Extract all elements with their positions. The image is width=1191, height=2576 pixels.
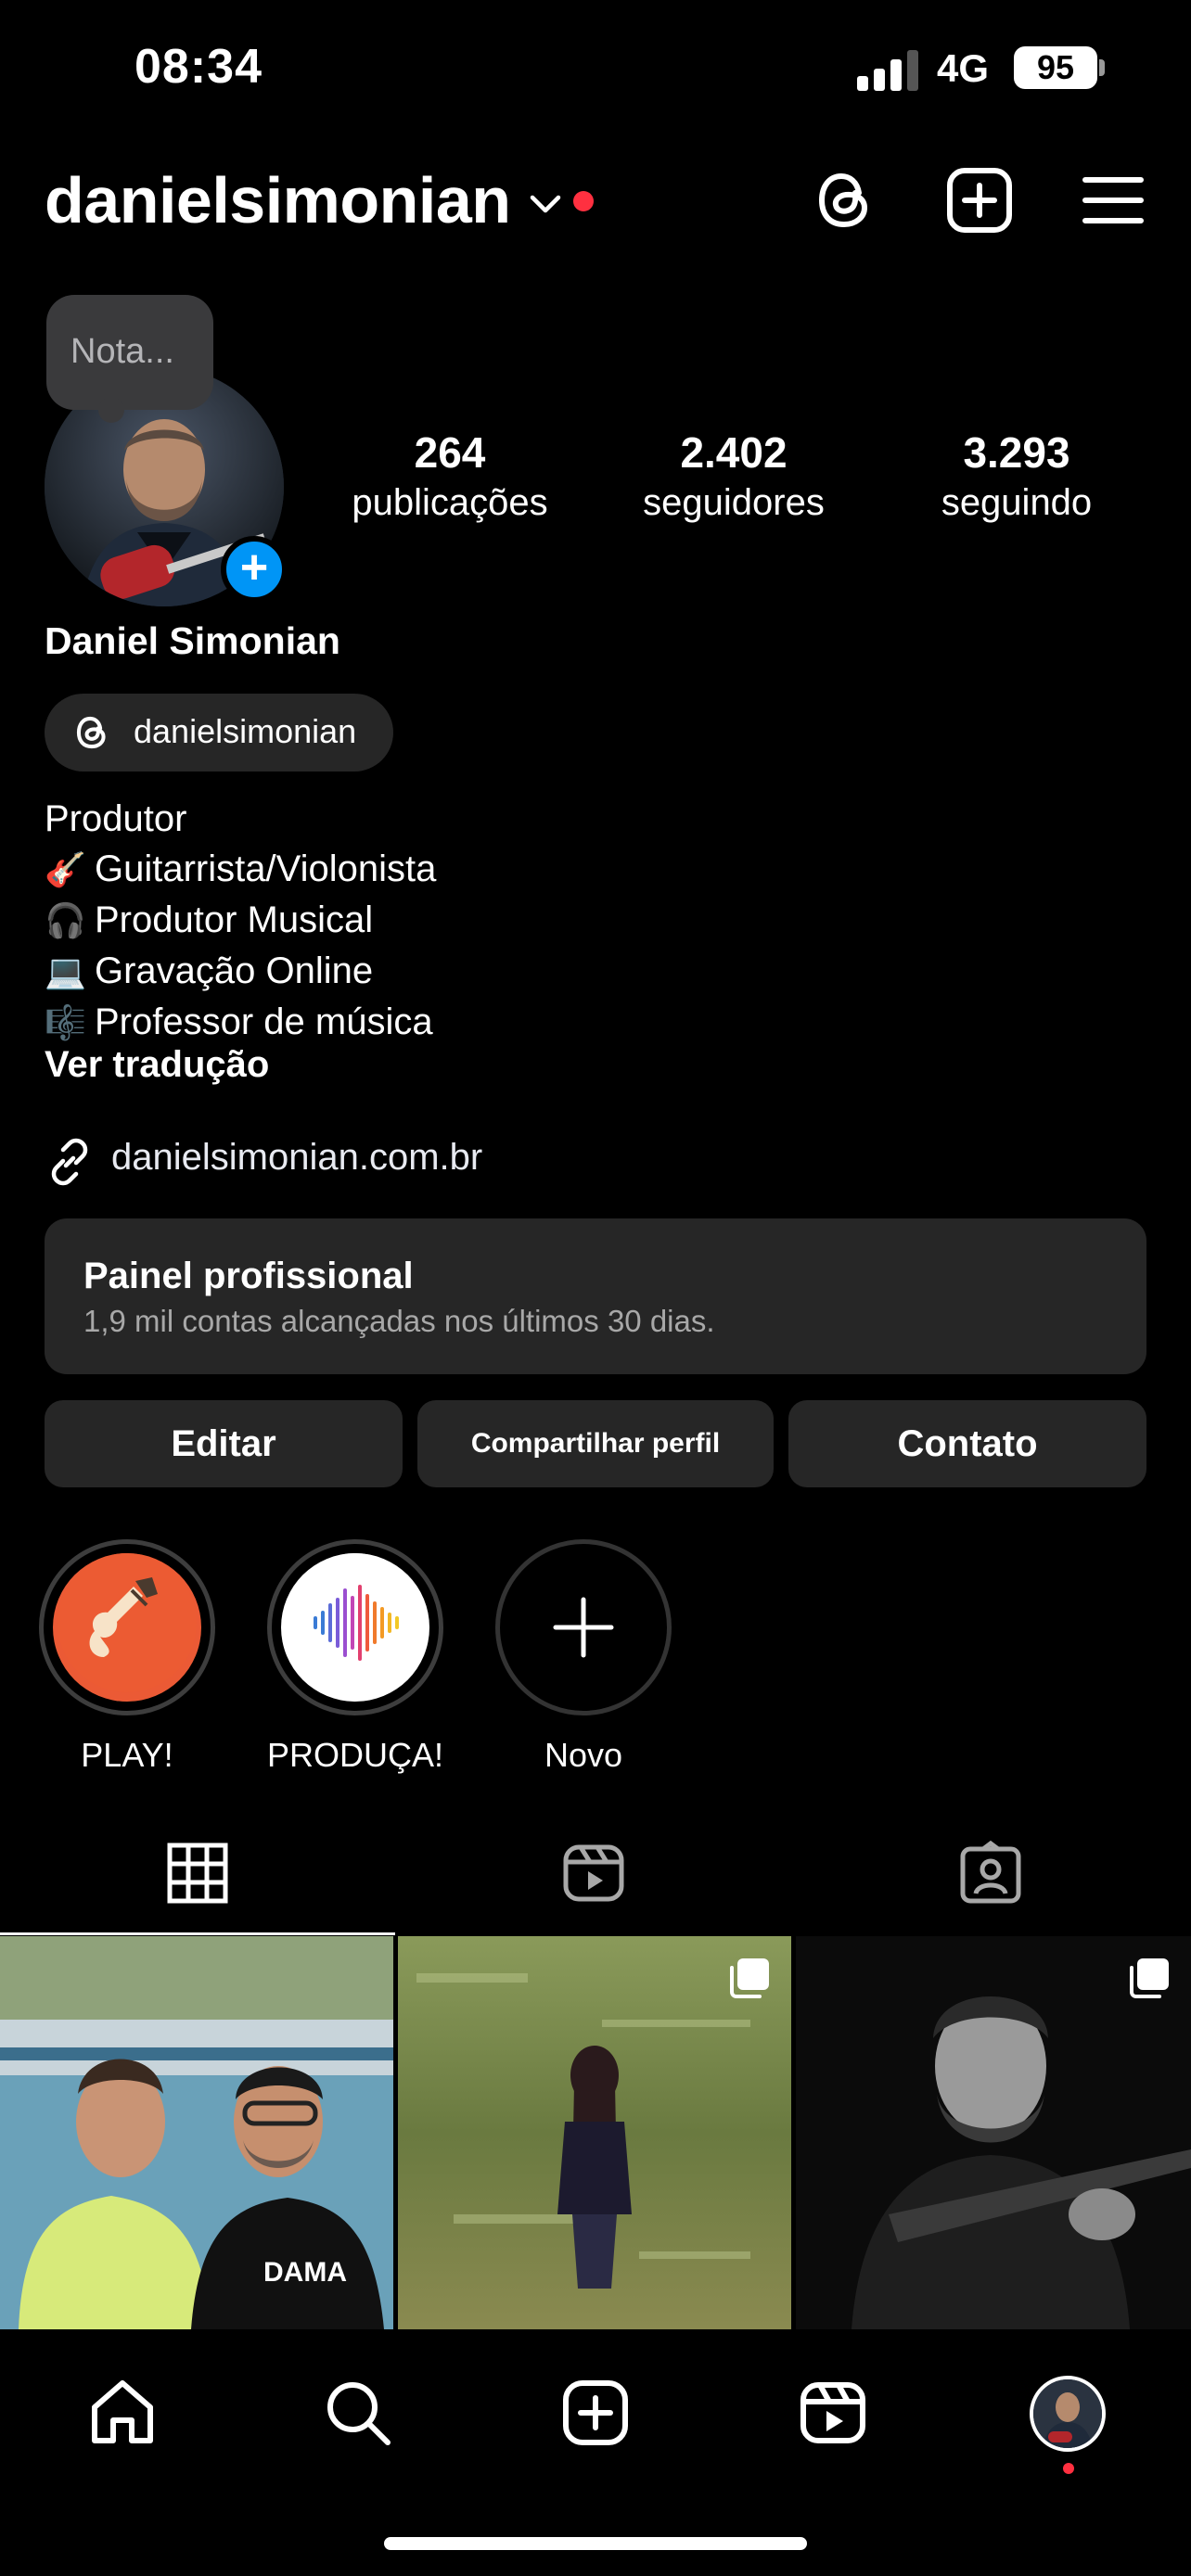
svg-text:DAMA: DAMA — [263, 2257, 347, 2288]
stat-posts[interactable]: 264 publicações — [334, 427, 566, 527]
following-count: 3.293 — [963, 428, 1070, 477]
reels-icon[interactable] — [560, 1840, 627, 1906]
bio-line: 💻 Gravação Online — [45, 946, 436, 997]
network-type: 4G — [937, 46, 990, 90]
stat-following[interactable]: 3.293 seguindo — [918, 427, 1115, 527]
bio: Produtor 🎸 Guitarrista/Violonista 🎧 Produt… — [45, 794, 436, 1048]
waveform-icon — [281, 1553, 429, 1702]
status-time: 08:34 — [134, 40, 263, 94]
grid-icon[interactable] — [164, 1840, 231, 1906]
threads-icon[interactable] — [811, 165, 881, 236]
headphones-emoji: 🎧 — [45, 901, 86, 939]
plus-icon — [553, 1597, 614, 1658]
highlight-ring — [495, 1539, 672, 1715]
multiple-photos-icon — [1130, 1958, 1169, 1998]
contact-button[interactable]: Contato — [788, 1400, 1146, 1487]
guitar-emoji: 🎸 — [45, 850, 86, 888]
garageband-icon — [53, 1553, 201, 1702]
bio-line: Produtor — [45, 798, 187, 839]
edit-profile-button[interactable]: Editar — [45, 1400, 403, 1487]
add-story-plus-icon[interactable]: + — [221, 536, 288, 603]
search-icon[interactable] — [321, 2376, 395, 2450]
stat-followers[interactable]: 2.402 seguidores — [621, 427, 846, 527]
tagged-icon[interactable] — [957, 1840, 1024, 1906]
highlight-play[interactable]: PLAY! — [39, 1539, 215, 1775]
account-switcher[interactable]: danielsimonian — [45, 163, 511, 237]
music-score-emoji: 🎼 — [45, 1003, 86, 1041]
followers-label: seguidores — [643, 482, 825, 523]
post-thumbnail[interactable] — [796, 1936, 1191, 2329]
threads-badge[interactable]: danielsimonian — [45, 694, 393, 772]
highlight-label: PRODUÇA! — [267, 1736, 444, 1774]
battery-level: 95 — [1014, 46, 1097, 89]
highlight-ring — [39, 1539, 215, 1715]
laptop-emoji: 💻 — [45, 952, 86, 990]
notification-dot — [1063, 2463, 1074, 2474]
highlight-producao[interactable]: PRODUÇA! — [267, 1539, 443, 1775]
dashboard-title: Painel profissional — [83, 1256, 414, 1296]
bio-line: 🎼 Professor de música — [45, 997, 436, 1048]
highlight-label: PLAY! — [81, 1736, 173, 1774]
battery-tip — [1099, 59, 1105, 76]
highlight-new[interactable]: Novo — [495, 1539, 672, 1775]
posts-count: 264 — [414, 428, 486, 477]
see-translation-link[interactable]: Ver tradução — [45, 1044, 269, 1086]
link-icon — [51, 1138, 88, 1186]
notification-dot — [573, 191, 594, 211]
followers-count: 2.402 — [680, 428, 788, 477]
website-link[interactable]: danielsimonian.com.br — [111, 1137, 482, 1179]
threads-handle: danielsimonian — [134, 712, 357, 750]
full-name: Daniel Simonian — [45, 619, 340, 662]
menu-icon[interactable] — [1078, 165, 1148, 236]
reels-icon[interactable] — [796, 2376, 870, 2450]
post-thumbnail[interactable] — [398, 1936, 791, 2329]
highlight-ring — [267, 1539, 443, 1715]
posts-label: publicações — [352, 482, 548, 523]
dashboard-subtitle: 1,9 mil contas alcançadas nos últimos 30… — [83, 1304, 715, 1338]
create-post-icon[interactable] — [944, 165, 1015, 236]
cellular-signal-icon — [857, 50, 918, 91]
bio-line: 🎸 Guitarrista/Violonista — [45, 844, 436, 895]
chevron-down-icon[interactable] — [527, 185, 564, 223]
highlight-label: Novo — [544, 1736, 623, 1774]
multiple-photos-icon — [730, 1958, 769, 1998]
post-thumbnail[interactable]: DAMA — [0, 1936, 393, 2329]
active-tab-indicator — [0, 1932, 395, 1935]
share-profile-button[interactable]: Compartilhar perfil — [417, 1400, 774, 1487]
create-icon[interactable] — [558, 2376, 633, 2450]
home-indicator — [384, 2537, 807, 2550]
professional-dashboard[interactable]: Painel profissional 1,9 mil contas alcan… — [45, 1218, 1146, 1374]
note-bubble[interactable]: Nota... — [46, 295, 213, 423]
threads-icon — [76, 716, 106, 749]
bio-line: 🎧 Produtor Musical — [45, 895, 436, 946]
home-icon[interactable] — [85, 2376, 160, 2450]
following-label: seguindo — [941, 482, 1093, 523]
profile-avatar[interactable] — [1030, 2376, 1106, 2452]
